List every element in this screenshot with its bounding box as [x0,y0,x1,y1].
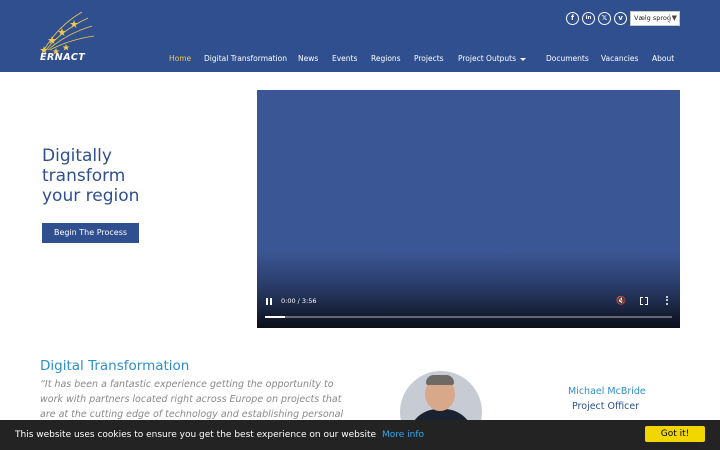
nav-item-news[interactable]: News [298,54,318,63]
language-select-divider [669,14,670,23]
nav-item-projects[interactable]: Projects [414,54,444,63]
more-options-icon[interactable] [666,296,669,306]
facebook-icon[interactable]: f [566,12,579,25]
language-select[interactable]: Vælg sprog ▼ [630,11,680,26]
site-header: ERNACT f in 𝕏 v Vælg sprog ▼ Home Digita… [0,0,720,72]
got-it-button[interactable]: Got it! [645,426,705,442]
testimonial-quote: “It has been a fantastic experience gett… [40,379,344,420]
avatar-hair [426,375,454,385]
video-player[interactable]: 0:00 / 3:56 🔇 [257,90,680,328]
nav-item-documents[interactable]: Documents [546,54,589,63]
nav-item-regions[interactable]: Regions [371,54,401,63]
nav-item-about[interactable]: About [652,54,674,63]
page: ERNACT f in 𝕏 v Vælg sprog ▼ Home Digita… [0,0,720,450]
video-time: 0:00 / 3:56 [281,297,317,305]
hero-title: Digitally transform your region [42,146,222,206]
cookie-banner: This website uses cookies to ensure you … [0,420,720,450]
nav-item-project-outputs[interactable]: Project Outputs [458,54,516,63]
x-twitter-icon[interactable]: 𝕏 [598,12,611,25]
person-role: Project Officer [572,401,640,412]
video-controls: 0:00 / 3:56 🔇 [257,288,680,328]
mute-icon[interactable]: 🔇 [616,296,626,305]
person-name: Michael McBride [568,386,646,397]
cookie-message: This website uses cookies to ensure you … [15,430,424,440]
nav-item-events[interactable]: Events [332,54,357,63]
hero-title-line: transform [42,166,126,186]
video-progress-fill [265,316,286,318]
section-title: Digital Transformation [40,358,190,374]
begin-process-button[interactable]: Begin The Process [42,223,139,243]
video-progress-bar[interactable] [265,316,672,318]
cookie-message-text: This website uses cookies to ensure you … [15,430,377,440]
linkedin-icon[interactable]: in [582,12,595,25]
language-select-label: Vælg sprog [634,14,671,22]
nav-item-home[interactable]: Home [169,54,191,63]
main-nav: Home Digital Transformation News Events … [0,54,720,66]
pause-icon[interactable] [266,298,273,305]
vimeo-icon[interactable]: v [614,12,627,25]
more-info-link[interactable]: More info [382,430,424,440]
nav-item-vacancies[interactable]: Vacancies [601,54,638,63]
hero-title-line: Digitally [42,146,112,166]
hero-title-line: your region [42,186,140,206]
nav-item-digital-transformation[interactable]: Digital Transformation [204,54,287,63]
chevron-down-icon: ▼ [671,14,677,22]
fullscreen-icon[interactable] [640,296,648,306]
chevron-down-icon[interactable] [520,58,526,61]
social-links: f in 𝕏 v [566,12,627,25]
